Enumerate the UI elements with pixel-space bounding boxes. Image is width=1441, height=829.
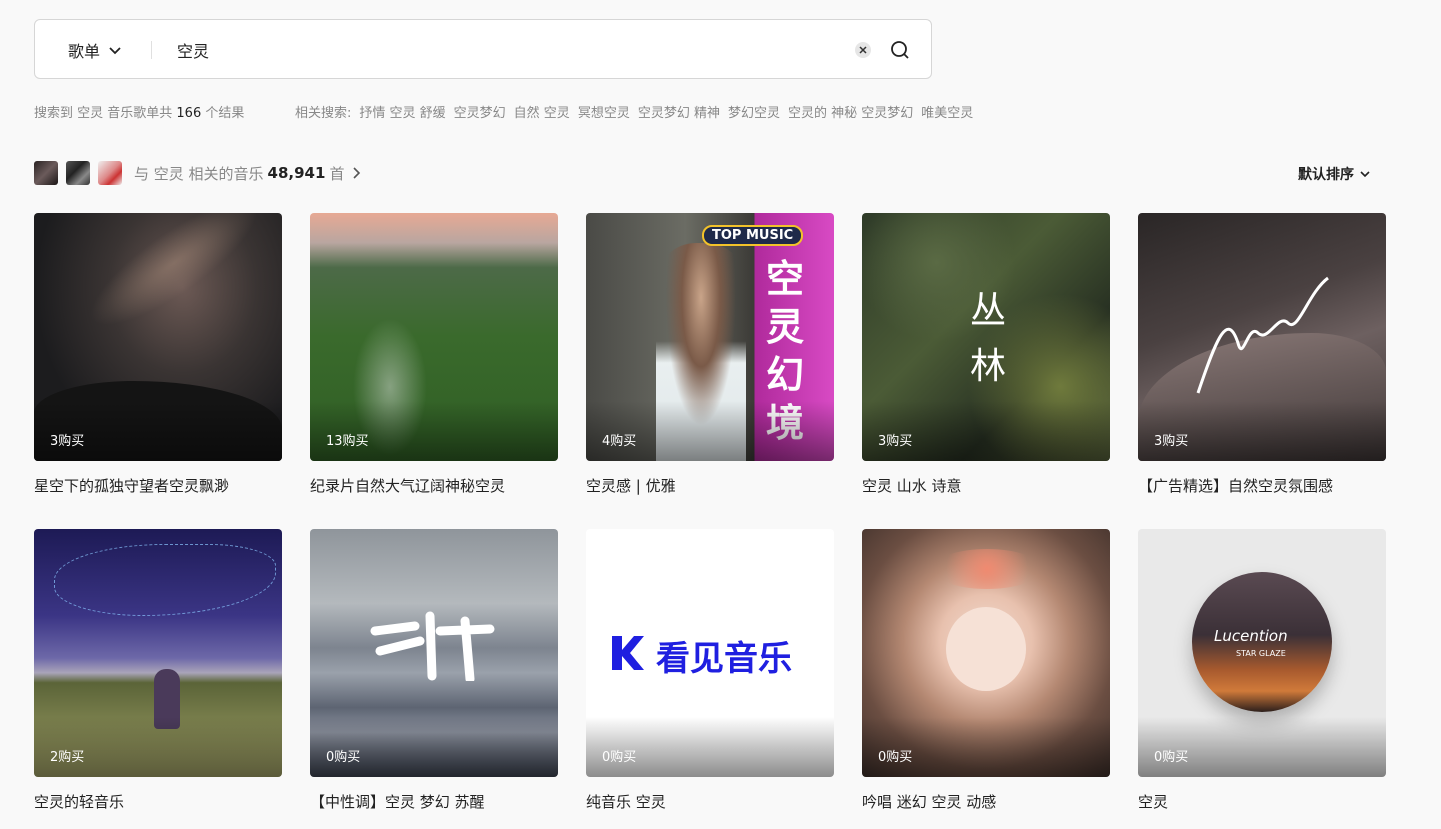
- cover-milkyway: [74, 213, 274, 345]
- search-box: 歌单: [34, 19, 932, 80]
- clear-search-button[interactable]: [855, 42, 871, 58]
- chevron-down-icon: [109, 47, 121, 55]
- close-icon: [859, 46, 867, 54]
- playlist-cover: Lucention STAR GLAZE 0购买: [1138, 529, 1386, 777]
- k-logo-icon: [612, 636, 644, 670]
- playlist-title[interactable]: 纪录片自然大气辽阔神秘空灵: [310, 475, 558, 496]
- playlist-cover: 2购买: [34, 529, 282, 777]
- buy-count: 3购买: [50, 434, 85, 449]
- search-type-select[interactable]: 歌单: [68, 20, 122, 80]
- related-music-row: 与 空灵 相关的音乐 48,941 首: [34, 160, 362, 186]
- cover-flower: [932, 549, 1042, 589]
- playlist-card[interactable]: TOP MUSIC 空灵幻境 4购买 空灵感 | 优雅: [586, 213, 834, 496]
- playlist-cover: 看见音乐 0购买: [586, 529, 834, 777]
- playlist-title[interactable]: 【广告精选】自然空灵氛围感: [1138, 475, 1386, 496]
- buy-count: 0购买: [602, 750, 637, 765]
- cover-script-icon: [1196, 276, 1329, 394]
- related-item[interactable]: 梦幻空灵: [728, 102, 780, 121]
- playlist-title[interactable]: 空灵 山水 诗意: [862, 475, 1110, 496]
- buy-count: 3购买: [878, 434, 913, 449]
- playlist-title[interactable]: 空灵的轻音乐: [34, 791, 282, 812]
- sort-label: 默认排序: [1298, 167, 1354, 183]
- playlist-card[interactable]: 看见音乐 0购买 纯音乐 空灵: [586, 529, 834, 812]
- music-thumbnail: [66, 161, 90, 185]
- result-count: 166: [176, 106, 202, 121]
- related-item[interactable]: 抒情 空灵 舒缓: [359, 102, 445, 121]
- playlist-title[interactable]: 吟唱 迷幻 空灵 动感: [862, 791, 1110, 812]
- music-count: 48,941: [267, 164, 326, 182]
- related-item[interactable]: 冥想空灵: [578, 102, 630, 121]
- playlist-title[interactable]: 【中性调】空灵 梦幻 苏醒: [310, 791, 558, 812]
- related-item[interactable]: 唯美空灵: [921, 102, 973, 121]
- buy-count: 4购买: [602, 434, 637, 449]
- cover-title-text: 看见音乐: [656, 639, 792, 679]
- playlist-title[interactable]: 星空下的孤独守望者空灵飘渺: [34, 475, 282, 496]
- related-item[interactable]: 自然 空灵: [514, 102, 570, 121]
- cover-title-text: Lucention: [1214, 627, 1288, 645]
- related-searches: 相关搜索: 抒情 空灵 舒缓 空灵梦幻 自然 空灵 冥想空灵 空灵梦幻 精神 梦…: [295, 102, 973, 121]
- playlist-card[interactable]: 3购买 【广告精选】自然空灵氛围感: [1138, 213, 1386, 496]
- cover-title-text: 丛林: [970, 290, 1007, 387]
- sort-dropdown[interactable]: 默认排序: [1298, 164, 1370, 184]
- playlist-card[interactable]: 0购买 【中性调】空灵 梦幻 苏醒: [310, 529, 558, 812]
- buy-count: 0购买: [878, 750, 913, 765]
- cover-subtitle-text: STAR GLAZE: [1236, 649, 1286, 658]
- playlist-cover: 13购买: [310, 213, 558, 461]
- playlist-card[interactable]: Lucention STAR GLAZE 0购买 空灵: [1138, 529, 1386, 812]
- music-thumbnail: [34, 161, 58, 185]
- playlist-cover: 0购买: [310, 529, 558, 777]
- related-item[interactable]: 空灵梦幻 精神: [638, 102, 720, 121]
- cover-face: [946, 607, 1026, 691]
- playlist-title[interactable]: 纯音乐 空灵: [586, 791, 834, 812]
- related-item[interactable]: 空灵的 神秘 空灵梦幻: [788, 102, 913, 121]
- playlist-cover: TOP MUSIC 空灵幻境 4购买: [586, 213, 834, 461]
- playlist-cover: 3购买: [34, 213, 282, 461]
- playlist-cover: 3购买: [1138, 213, 1386, 461]
- buy-count: 13购买: [326, 434, 369, 449]
- related-music-link[interactable]: 与 空灵 相关的音乐 48,941 首: [134, 163, 362, 184]
- related-label: 相关搜索:: [295, 106, 352, 121]
- search-icon[interactable]: [890, 40, 910, 60]
- buy-count: 0购买: [326, 750, 361, 765]
- playlist-card[interactable]: 丛林 3购买 空灵 山水 诗意: [862, 213, 1110, 496]
- playlist-title[interactable]: 空灵: [1138, 791, 1386, 812]
- cover-brush-logo: [370, 611, 495, 681]
- playlist-cover: 丛林 3购买: [862, 213, 1110, 461]
- search-divider: [151, 41, 152, 59]
- buy-count: 0购买: [1154, 750, 1189, 765]
- playlist-card[interactable]: 2购买 空灵的轻音乐: [34, 529, 282, 812]
- playlist-card[interactable]: 13购买 纪录片自然大气辽阔神秘空灵: [310, 213, 558, 496]
- music-thumbnail: [98, 161, 122, 185]
- playlist-card[interactable]: 0购买 吟唱 迷幻 空灵 动感: [862, 529, 1110, 812]
- cover-badge: TOP MUSIC: [702, 225, 804, 246]
- chevron-down-icon: [1360, 171, 1370, 178]
- search-type-label: 歌单: [68, 42, 101, 61]
- result-summary: 搜索到 空灵 音乐歌单共 166 个结果: [34, 106, 245, 121]
- playlist-card[interactable]: 3购买 星空下的孤独守望者空灵飘渺: [34, 213, 282, 496]
- chevron-right-icon: [353, 167, 361, 179]
- search-input[interactable]: [175, 20, 839, 80]
- related-item[interactable]: 空灵梦幻: [454, 102, 506, 121]
- buy-count: 3购买: [1154, 434, 1189, 449]
- cover-constellation: [54, 544, 276, 616]
- buy-count: 2购买: [50, 750, 85, 765]
- playlist-cover: 0购买: [862, 529, 1110, 777]
- playlist-title[interactable]: 空灵感 | 优雅: [586, 475, 834, 496]
